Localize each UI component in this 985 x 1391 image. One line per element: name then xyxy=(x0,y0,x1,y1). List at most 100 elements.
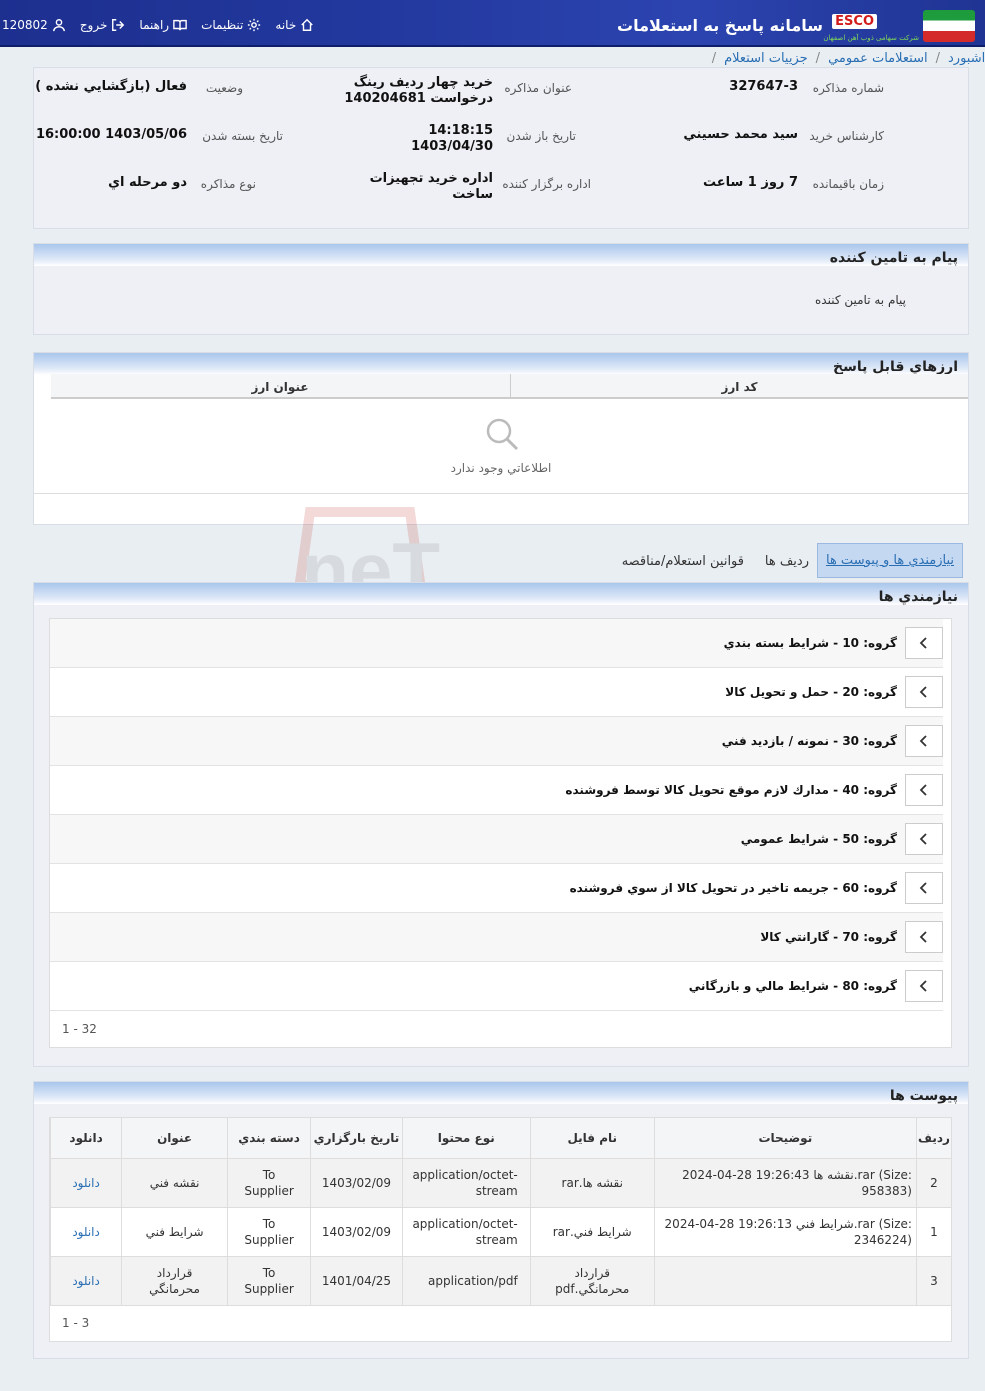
app-title: سامانه پاسخ به استعلامات xyxy=(617,16,823,35)
row-download: دانلود xyxy=(49,1207,122,1257)
download-link[interactable]: دانلود xyxy=(72,1274,100,1288)
remaining-value: 7 روز 1 ساعت xyxy=(702,175,798,190)
expand-button[interactable] xyxy=(905,676,943,708)
currency-empty-text: اطلاعاتي وجود ندارد xyxy=(450,461,552,475)
supplier-message-panel: پيام به تامين كننده پيام به تامين كننده xyxy=(33,243,969,335)
requirement-group-label: گروه: 70 - گارانتي كالا xyxy=(760,930,897,944)
user-icon xyxy=(52,19,65,32)
top-bar: ESCO شرکت سهامی ذوب آهن اصفهان سامانه پا… xyxy=(0,0,985,47)
logout-label: خروج xyxy=(79,18,108,32)
row-filename: قرارداد محرمانگي.pdf xyxy=(529,1256,655,1306)
requirement-group-row[interactable]: گروه: 80 - شرايط مالي و بازرگاني xyxy=(50,962,943,1011)
chevron-left-icon xyxy=(919,735,927,747)
breadcrumb-public-inquiries[interactable]: استعلامات عمومي xyxy=(828,51,928,66)
requirement-group-row[interactable]: گروه: 50 - شرايط عمومي xyxy=(50,815,943,864)
col-upload-date[interactable]: تاريخ بارگزاري xyxy=(310,1118,403,1159)
row-description: 2024-04-28 19:26:13 شرايط فني.rar (Size:… xyxy=(653,1207,917,1257)
chevron-left-icon xyxy=(919,833,927,845)
requirement-group-row[interactable]: گروه: 60 - جريمه تاخير در تحويل كالا از … xyxy=(50,864,943,913)
requirements-pager: 1 - 32 xyxy=(62,1022,97,1036)
subject-value-line1: خريد چهار رديف رينگ xyxy=(353,75,493,90)
requirement-group-row[interactable]: گروه: 40 - مدارك لازم موقع تحويل كالا تو… xyxy=(50,766,943,815)
row-description-line1: 2024-04-28 19:26:13 شرايط فني.rar (Size: xyxy=(664,1216,912,1231)
tab-requirements-attachments[interactable]: نيازمندي ها و پيوست ها xyxy=(817,543,963,578)
logout-link[interactable]: خروج xyxy=(80,18,126,32)
chevron-left-icon xyxy=(919,784,927,796)
requirement-group-label: گروه: 50 - شرايط عمومي xyxy=(740,832,897,846)
chevron-left-icon xyxy=(919,686,927,698)
supplier-message-body: پيام به تامين كننده xyxy=(815,293,906,307)
expand-button[interactable] xyxy=(905,725,943,757)
currency-col-code[interactable]: كد ارز xyxy=(510,374,968,399)
currency-footer xyxy=(34,493,968,494)
open-date-value: 1403/04/30 xyxy=(411,139,493,154)
supplier-message-title: پيام به تامين كننده xyxy=(829,250,958,266)
guide-link[interactable]: راهنما xyxy=(139,18,187,32)
row-upload-date: 1403/02/09 xyxy=(310,1207,403,1257)
download-link[interactable]: دانلود xyxy=(72,1225,100,1239)
col-row[interactable]: رديف xyxy=(915,1118,951,1159)
row-content-type: application/octet-stream xyxy=(401,1207,531,1257)
attachments-pager: 1 - 3 xyxy=(62,1316,90,1330)
open-date-label: تاريخ باز شدن xyxy=(506,129,576,143)
row-description-line2: 2346224) xyxy=(853,1232,912,1247)
settings-link[interactable]: تنظیمات xyxy=(201,18,261,32)
subject-value-line2: درخواست 140204681 xyxy=(344,91,493,106)
breadcrumb-separator: / xyxy=(815,50,821,66)
requirement-group-label: گروه: 10 - شرايط بسته بندي xyxy=(723,636,897,650)
requirement-group-row[interactable]: گروه: 10 - شرايط بسته بندي xyxy=(50,619,943,668)
row-category-line2: Supplier xyxy=(244,1232,294,1247)
breadcrumb-dashboard[interactable]: داشبورد xyxy=(948,51,985,66)
download-link[interactable]: دانلود xyxy=(72,1176,100,1190)
row-content-type-line1: application/pdf xyxy=(428,1273,518,1288)
search-icon xyxy=(486,418,519,451)
col-description[interactable]: توضيحات xyxy=(653,1118,917,1159)
row-category-line1: To xyxy=(262,1265,276,1280)
row-category-line2: Supplier xyxy=(244,1183,294,1198)
tab-rows[interactable]: رديف ها xyxy=(765,554,809,569)
brand-subtitle: شرکت سهامی ذوب آهن اصفهان xyxy=(823,34,919,42)
section-header xyxy=(34,583,968,605)
expand-button[interactable] xyxy=(905,774,943,806)
row-category-line1: To xyxy=(262,1216,276,1231)
col-filename[interactable]: نام فايل xyxy=(529,1118,655,1159)
col-title[interactable]: عنوان xyxy=(121,1118,228,1159)
row-content-type-line2: stream xyxy=(475,1183,518,1198)
row-number: 3 xyxy=(915,1256,951,1306)
chevron-left-icon xyxy=(919,637,927,649)
expand-button[interactable] xyxy=(905,627,943,659)
breadcrumb-separator: / xyxy=(711,50,717,66)
dept-value-line2: ساخت xyxy=(452,187,493,202)
expand-button[interactable] xyxy=(905,872,943,904)
requirement-group-row[interactable]: گروه: 20 - حمل و تحويل كالا xyxy=(50,668,943,717)
expert-value: سيد محمد حسيني xyxy=(683,127,798,142)
book-icon xyxy=(173,19,187,31)
attachments-title: پيوست ها xyxy=(889,1088,958,1104)
expand-button[interactable] xyxy=(905,970,943,1002)
user-menu[interactable]: 120802 xyxy=(2,18,66,32)
expand-button[interactable] xyxy=(905,921,943,953)
row-description-line1: 2024-04-28 19:26:43 نقشه ها.rar (Size: xyxy=(682,1167,912,1182)
requirement-group-row[interactable]: گروه: 70 - گارانتي كالا xyxy=(50,913,943,962)
currency-col-title[interactable]: عنوان ارز xyxy=(51,374,509,399)
breadcrumb-separator: / xyxy=(935,50,940,66)
row-description: 2024-04-28 19:26:43 نقشه ها.rar (Size: 95… xyxy=(653,1158,917,1208)
section-header xyxy=(34,1082,968,1104)
open-time-value: 14:18:15 xyxy=(428,123,493,138)
close-date-value: 1403/05/06 16:00:00 xyxy=(35,127,187,142)
requirement-group-row[interactable]: گروه: 30 - نمونه / بازديد فني xyxy=(50,717,943,766)
row-description-line2: 958383) xyxy=(861,1183,912,1198)
row-upload-date: 1401/04/25 xyxy=(310,1256,403,1306)
subject-label: عنوان مذاكره xyxy=(504,81,572,95)
col-download[interactable]: دانلود xyxy=(49,1118,122,1159)
col-content-type[interactable]: نوع محتوا xyxy=(401,1118,531,1159)
requirement-group-label: گروه: 80 - شرايط مالي و بازرگاني xyxy=(688,979,897,993)
row-upload-date: 1403/02/09 xyxy=(310,1158,403,1208)
breadcrumb-inquiry-details[interactable]: جزييات استعلام xyxy=(724,51,808,66)
home-icon xyxy=(301,18,314,31)
expand-button[interactable] xyxy=(905,823,943,855)
home-link[interactable]: خانه xyxy=(275,18,314,32)
attachments-table: رديف توضيحات نام فايل نوع محتوا تاريخ با… xyxy=(49,1118,951,1306)
col-category[interactable]: دسته بندي xyxy=(226,1118,311,1159)
tab-rules[interactable]: قوانين استعلام/مناقصه xyxy=(622,554,744,569)
